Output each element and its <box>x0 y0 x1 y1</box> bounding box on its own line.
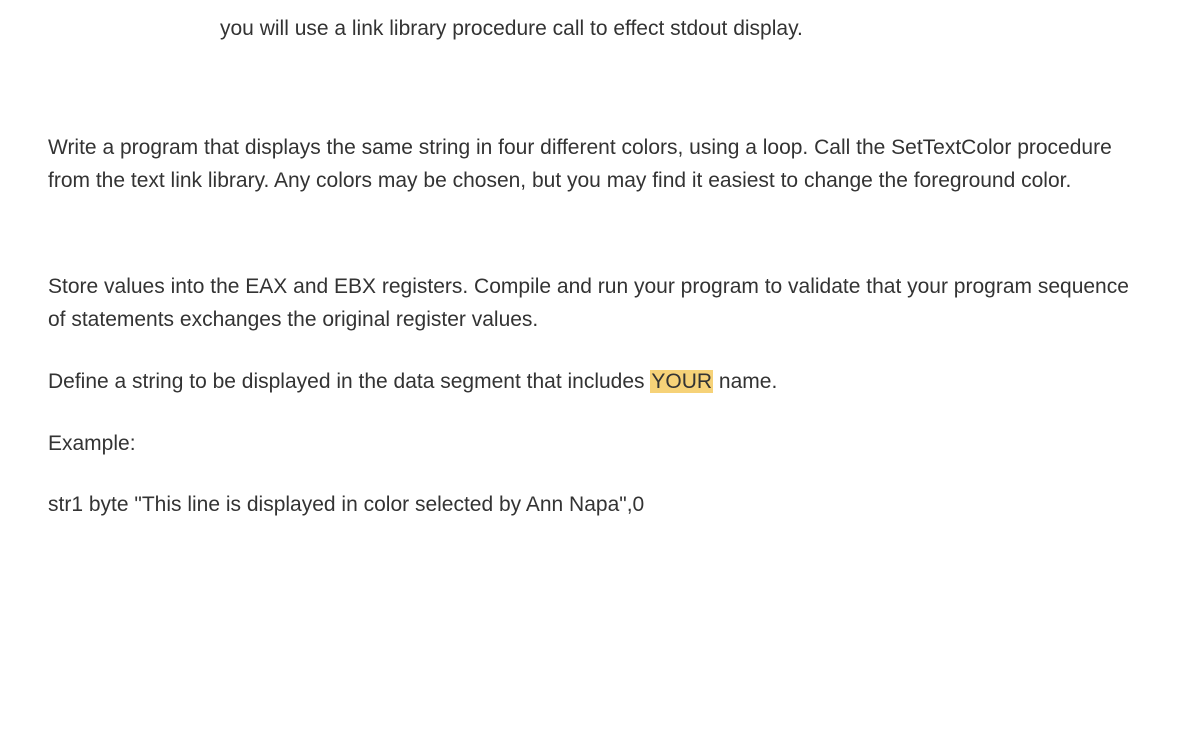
instructions-paragraph-2: Store values into the EAX and EBX regist… <box>48 270 1152 337</box>
intro-text: you will use a link library procedure ca… <box>220 12 1152 46</box>
instructions-paragraph-1: Write a program that displays the same s… <box>48 131 1152 198</box>
para3-post-text: name. <box>713 370 777 393</box>
document-content: you will use a link library procedure ca… <box>0 0 1200 570</box>
instructions-paragraph-3: Define a string to be displayed in the d… <box>48 365 1152 399</box>
para3-pre-text: Define a string to be displayed in the d… <box>48 370 650 393</box>
highlighted-your: YOUR <box>650 370 713 393</box>
example-code-line: str1 byte "This line is displayed in col… <box>48 488 1152 522</box>
example-label: Example: <box>48 427 1152 461</box>
